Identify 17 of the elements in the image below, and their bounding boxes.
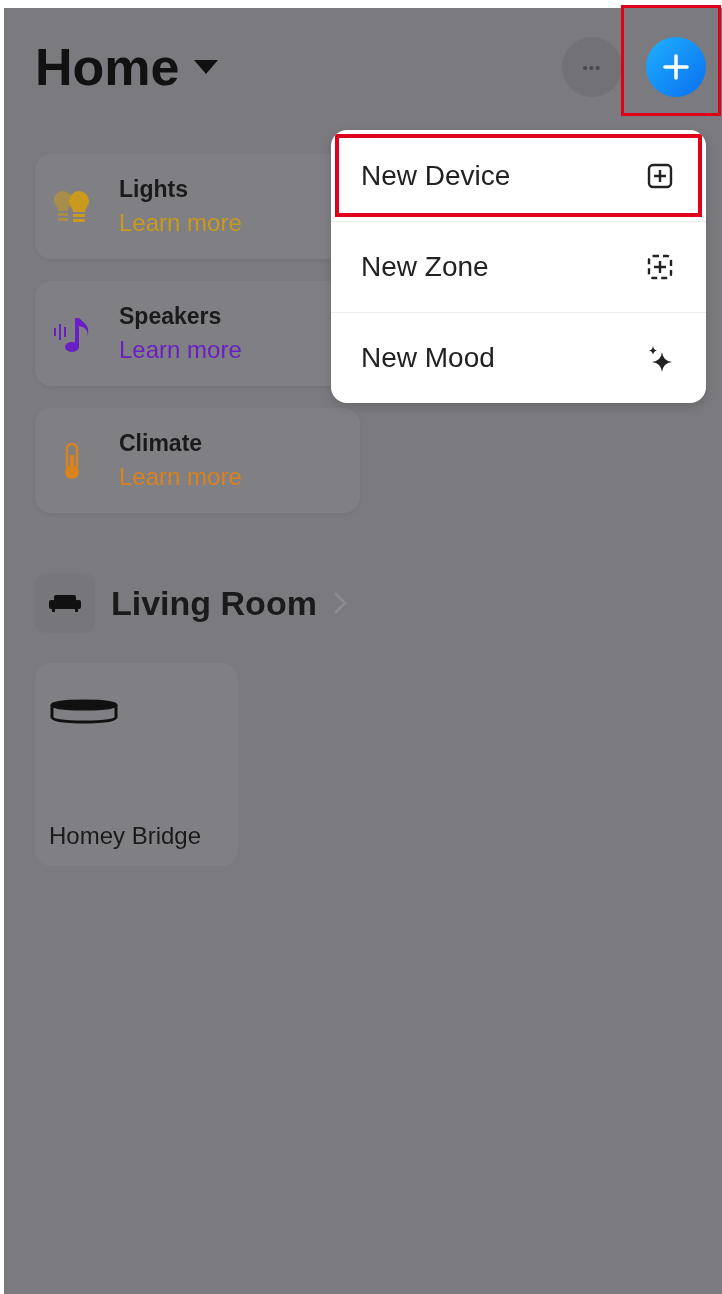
device-name: Homey Bridge (49, 822, 203, 850)
device-tile[interactable]: Homey Bridge (35, 663, 238, 866)
hub-icon (49, 699, 119, 725)
menu-item[interactable]: New Mood (331, 312, 706, 403)
plus-icon (662, 53, 690, 81)
category-title: Climate (119, 430, 204, 457)
zone-title[interactable]: Living Room (111, 583, 317, 623)
category-card[interactable]: Climate Learn more (35, 408, 360, 513)
category-title: Lights (119, 176, 189, 203)
add-button[interactable] (646, 37, 706, 97)
caret-icon (193, 59, 220, 75)
menu-item[interactable]: New Zone (331, 221, 706, 312)
category-title: Speakers (119, 303, 223, 330)
page-title[interactable]: Home (35, 37, 180, 97)
sofa-icon (48, 593, 82, 613)
plus-square-icon (646, 161, 674, 190)
dashed-plus-square-icon (646, 253, 674, 281)
